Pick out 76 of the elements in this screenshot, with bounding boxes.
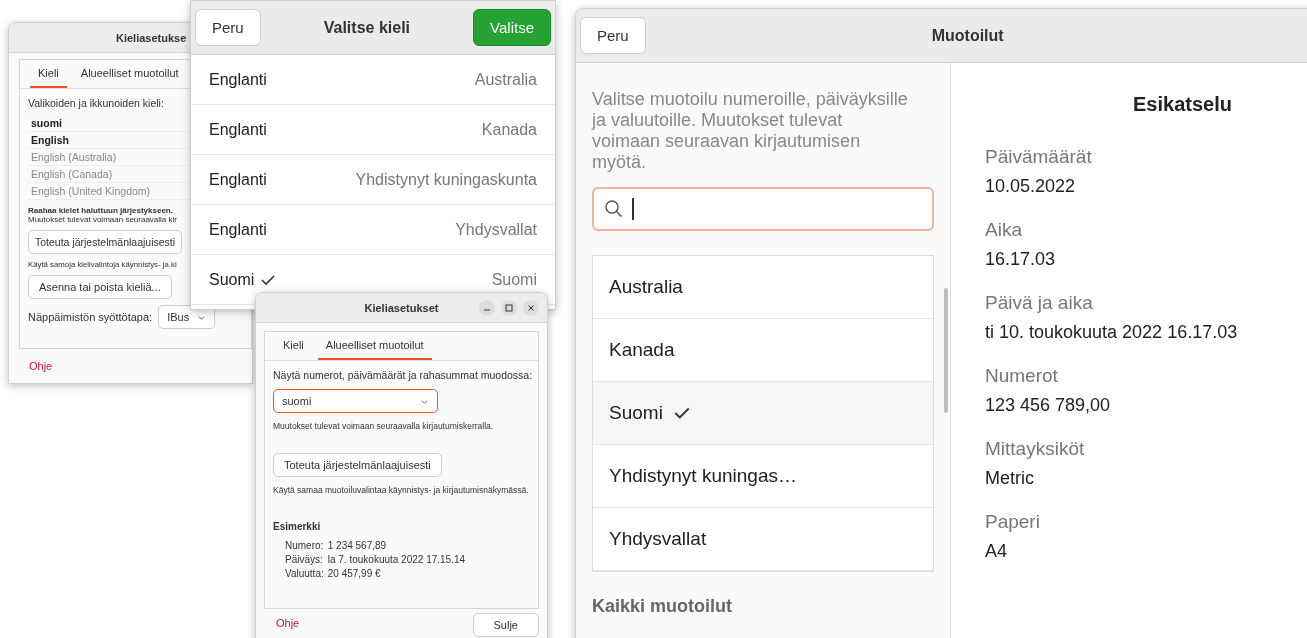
language-name: Englanti bbox=[209, 170, 267, 189]
region-name: Suomi bbox=[491, 270, 537, 289]
cancel-button[interactable]: Peru bbox=[195, 9, 261, 46]
tab[interactable]: Alueelliset muotoilut bbox=[72, 60, 187, 88]
preview-label: Päivä ja aika bbox=[985, 292, 1094, 314]
example-value: la 7. toukokuuta 2022 17.15.14 bbox=[327, 554, 466, 565]
preview-value: 10.05.2022 bbox=[985, 176, 1077, 197]
region-name: Kanada bbox=[481, 120, 537, 139]
region-name: Yhdysvallat bbox=[455, 220, 537, 239]
preview-value: Metric bbox=[985, 468, 1035, 489]
preview-label: Numerot bbox=[985, 365, 1059, 387]
window-title: Valitse kieli bbox=[323, 18, 410, 37]
example-label: Päiväys: bbox=[285, 554, 324, 565]
language-name: Suomi bbox=[209, 270, 255, 289]
language-item[interactable]: English bbox=[31, 134, 69, 146]
help-link[interactable]: Ohje bbox=[29, 360, 53, 372]
cancel-button[interactable]: Peru bbox=[580, 17, 646, 54]
region-name: Australia bbox=[474, 70, 537, 89]
section-heading: Kaikki muotoilut bbox=[592, 596, 733, 617]
language-name: Englanti bbox=[209, 120, 267, 139]
preview-label: Päivämäärät bbox=[985, 146, 1093, 168]
description-text: Valitse muotoilu numeroille, päiväyksille ja valuutoille. Muutokset tulevat voimaan seuraavan kirjautumisen myötä. bbox=[592, 89, 909, 173]
help-link[interactable]: Ohje bbox=[276, 617, 300, 629]
search-icon bbox=[604, 199, 624, 219]
tab[interactable]: Alueelliset muotoilut bbox=[317, 332, 432, 360]
preview-label: Aika bbox=[985, 219, 1023, 241]
close-button[interactable]: Sulje bbox=[472, 613, 539, 637]
language-row[interactable]: Englanti Yhdysvallat bbox=[191, 205, 555, 255]
maximize-icon[interactable] bbox=[501, 299, 517, 316]
region-name: Australia bbox=[609, 276, 683, 298]
close-icon[interactable] bbox=[523, 299, 539, 316]
language-item[interactable]: English (Australia) bbox=[31, 151, 117, 163]
language-row[interactable]: Englanti Australia bbox=[191, 55, 555, 105]
apply-note: Käytä samaa muotoiluvalintaa käynnistys- ja kirjautumisnäkymässä. bbox=[273, 485, 530, 495]
apply-system-wide-button[interactable]: Toteuta järjestelmänlaajuisesti bbox=[28, 230, 183, 254]
minimize-icon[interactable] bbox=[479, 299, 495, 316]
region-name: Yhdistynyt kuningaskunta bbox=[355, 170, 537, 189]
install-languages-button[interactable]: Asenna tai poista kieliä... bbox=[28, 275, 172, 299]
language-name: Englanti bbox=[209, 70, 267, 89]
example-heading: Esimerkki bbox=[273, 521, 322, 532]
example-value: 1 234 567,89 bbox=[327, 540, 388, 551]
language-item[interactable]: English (Canada) bbox=[31, 168, 113, 180]
apply-system-wide-button[interactable]: Toteuta järjestelmänlaajuisesti bbox=[273, 453, 442, 477]
language-item[interactable]: suomi bbox=[31, 117, 62, 129]
preview-value: 123 456 789,00 bbox=[985, 395, 1112, 416]
window-title: Muotoilut bbox=[931, 26, 1004, 45]
region-name: Yhdysvallat bbox=[609, 528, 707, 550]
example-label: Numero: bbox=[285, 540, 324, 551]
region-name: Yhdistynyt kuningas… bbox=[609, 465, 797, 487]
language-row[interactable]: Englanti Kanada bbox=[191, 105, 555, 155]
language-item[interactable]: English (United Kingdom) bbox=[31, 185, 151, 197]
preview-label: Paperi bbox=[985, 511, 1041, 533]
window-title: Kieliasetukse bbox=[116, 31, 187, 44]
preview-value: A4 bbox=[985, 541, 1009, 562]
region-name: Suomi bbox=[609, 402, 663, 424]
preview-label: Mittayksiköt bbox=[985, 438, 1086, 460]
scrollbar[interactable] bbox=[944, 288, 948, 413]
region-item[interactable]: Suomi bbox=[593, 382, 933, 445]
list-label: Valikoiden ja ikkunoiden kieli: bbox=[28, 97, 165, 109]
restart-note: Muutokset tulevat voimaan seuraavalla kir bbox=[28, 215, 178, 224]
example-value: 20 457,99 € bbox=[327, 568, 382, 579]
format-dropdown[interactable]: suomi bbox=[273, 389, 438, 413]
tab[interactable]: Kieli bbox=[30, 60, 67, 88]
keyboard-label: Näppäimistön syöttötapa: bbox=[28, 311, 153, 323]
drag-hint: Raahaa kielet haluttuun järjestykseen. bbox=[28, 206, 174, 215]
language-row[interactable]: Englanti Yhdistynyt kuningaskunta bbox=[191, 155, 555, 205]
preview-value: 16.17.03 bbox=[985, 249, 1057, 270]
preview-heading: Esikatselu bbox=[1133, 93, 1232, 116]
example-label: Valuutta: bbox=[285, 568, 324, 579]
restart-note: Muutokset tulevat voimaan seuraavalla kirjautumiskerralla. bbox=[273, 421, 495, 431]
tab[interactable]: Kieli bbox=[275, 332, 312, 360]
preview-value: ti 10. toukokuuta 2022 16.17.03 bbox=[985, 322, 1239, 343]
format-label: Näytä numerot, päivämäärät ja rahasummat muodossa: bbox=[273, 369, 530, 381]
region-name: Kanada bbox=[609, 339, 675, 361]
language-name: Englanti bbox=[209, 220, 267, 239]
search-field[interactable] bbox=[592, 187, 934, 231]
